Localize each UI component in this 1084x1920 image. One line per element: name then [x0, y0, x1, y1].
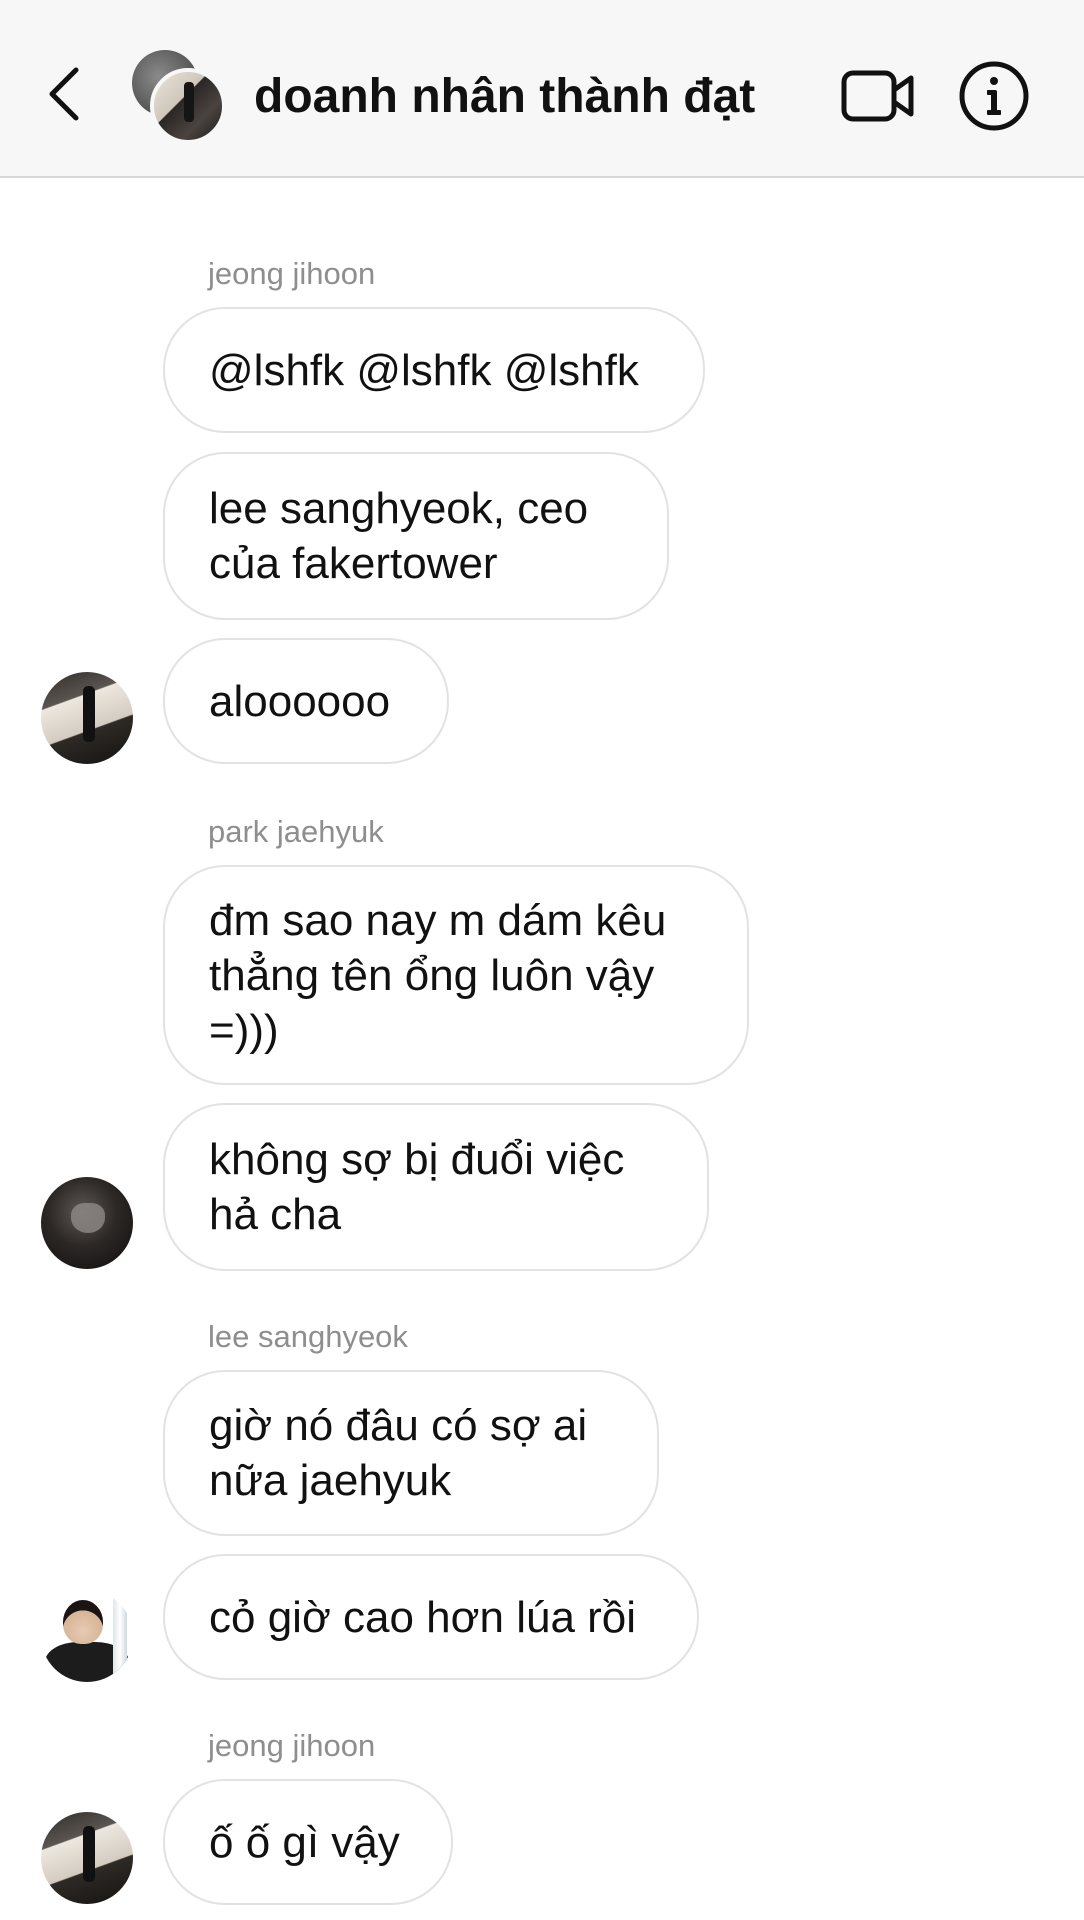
avatar-window [113, 1590, 127, 1682]
video-call-button[interactable] [838, 60, 918, 132]
message-bubble[interactable]: aloooooo [163, 638, 449, 764]
sender-name: jeong jihoon [208, 1728, 376, 1763]
message-bubble[interactable]: cỏ giờ cao hơn lúa rồi [163, 1554, 699, 1680]
message-bubble[interactable]: @lshfk @lshfk @lshfk [163, 307, 705, 433]
message-bubble[interactable]: không sợ bị đuổi việc hả cha [163, 1103, 709, 1271]
info-icon [959, 61, 1029, 131]
chat-header: doanh nhân thành đạt [0, 0, 1084, 178]
message-bubble[interactable]: đm sao nay m dám kêu thẳng tên ổng luôn … [163, 865, 749, 1085]
message-text: aloooooo [209, 676, 391, 726]
message-text: đm sao nay m dám kêu thẳng tên ổng luôn … [209, 895, 667, 1055]
avatar[interactable] [41, 672, 133, 764]
info-button[interactable] [956, 58, 1032, 134]
back-button[interactable] [36, 58, 92, 130]
message-bubble[interactable]: giờ nó đâu có sợ ai nữa jaehyuk [163, 1370, 659, 1536]
chat-title[interactable]: doanh nhân thành đạt [254, 62, 755, 132]
group-avatar[interactable] [132, 50, 228, 146]
group-avatar-front [150, 68, 226, 144]
chevron-left-icon [49, 67, 79, 121]
avatar[interactable] [41, 1177, 133, 1269]
avatar[interactable] [41, 1812, 133, 1904]
message-bubble[interactable]: lee sanghyeok, ceo của fakertower [163, 452, 669, 620]
video-camera-icon [841, 70, 914, 122]
message-text: lee sanghyeok, ceo của fakertower [209, 484, 589, 588]
message-text: không sợ bị đuổi việc hả cha [209, 1135, 625, 1239]
avatar-head [63, 1600, 103, 1644]
avatar[interactable] [41, 1590, 133, 1682]
message-text: cỏ giờ cao hơn lúa rồi [209, 1592, 637, 1642]
sender-name: jeong jihoon [208, 256, 376, 291]
message-text: giờ nó đâu có sợ ai nữa jaehyuk [209, 1401, 588, 1505]
message-text: ố ố gì vậy [209, 1817, 400, 1867]
message-text: @lshfk @lshfk @lshfk [209, 345, 639, 395]
message-bubble[interactable]: ố ố gì vậy [163, 1779, 453, 1905]
sender-name: park jaehyuk [208, 814, 384, 849]
sender-name: lee sanghyeok [208, 1319, 408, 1354]
